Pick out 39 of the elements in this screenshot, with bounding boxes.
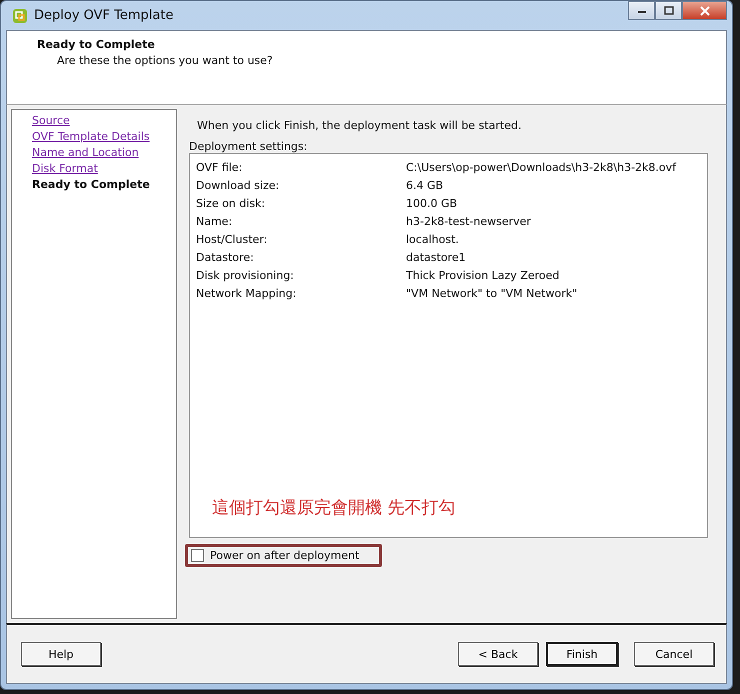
checkbox[interactable]: [191, 549, 204, 562]
page-title: Ready to Complete: [37, 38, 156, 51]
setting-value: "VM Network" to "VM Network": [406, 286, 578, 300]
window-title: Deploy OVF Template: [34, 8, 174, 23]
close-icon: [698, 6, 710, 16]
setting-value: C:\Users\op-power\Downloads\h3-2k8\h3-2k8.ovf: [406, 160, 676, 174]
current-step: Ready to Complete: [32, 177, 176, 193]
setting-value: Thick Provision Lazy Zeroed: [406, 268, 560, 282]
power-on-checkbox[interactable]: Power on after deployment: [191, 549, 360, 562]
setting-name: Name:: [196, 214, 234, 228]
setting-value: 6.4 GB: [406, 178, 444, 192]
close-button[interactable]: [682, 1, 727, 20]
setting-name: Disk provisioning:: [196, 268, 295, 282]
help-button[interactable]: Help: [21, 642, 101, 666]
page-subtitle: Are these the options you want to use?: [56, 54, 274, 67]
setting-name: Network Mapping:: [196, 286, 298, 300]
step-link[interactable]: Source: [32, 113, 176, 129]
setting-name: OVF file:: [196, 160, 244, 174]
setting-value: localhost.: [406, 232, 459, 246]
step-link[interactable]: Name and Location: [32, 145, 176, 161]
app-icon: [12, 8, 28, 24]
setting-name: Host/Cluster:: [196, 232, 268, 246]
annotation-text: 這個打勾還原完會開機 先不打勾: [211, 497, 456, 520]
setting-name: Size on disk:: [196, 196, 266, 210]
finish-button[interactable]: Finish: [546, 642, 618, 666]
step-link[interactable]: OVF Template Details: [32, 129, 176, 145]
cancel-button[interactable]: Cancel: [634, 642, 714, 666]
setting-value: 100.0 GB: [406, 196, 458, 210]
intro-text: When you click Finish, the deployment task will be started.: [196, 119, 522, 132]
minimize-button[interactable]: [628, 1, 655, 20]
setting-value: datastore1: [406, 250, 466, 264]
setting-value: h3-2k8-test-newserver: [406, 214, 531, 228]
back-button[interactable]: < Back: [458, 642, 538, 666]
setting-name: Download size:: [196, 178, 280, 192]
settings-label: Deployment settings:: [189, 140, 308, 153]
maximize-button[interactable]: [655, 1, 682, 20]
setting-name: Datastore:: [196, 250, 255, 264]
maximize-icon: [664, 6, 674, 15]
step-link[interactable]: Disk Format: [32, 161, 176, 177]
